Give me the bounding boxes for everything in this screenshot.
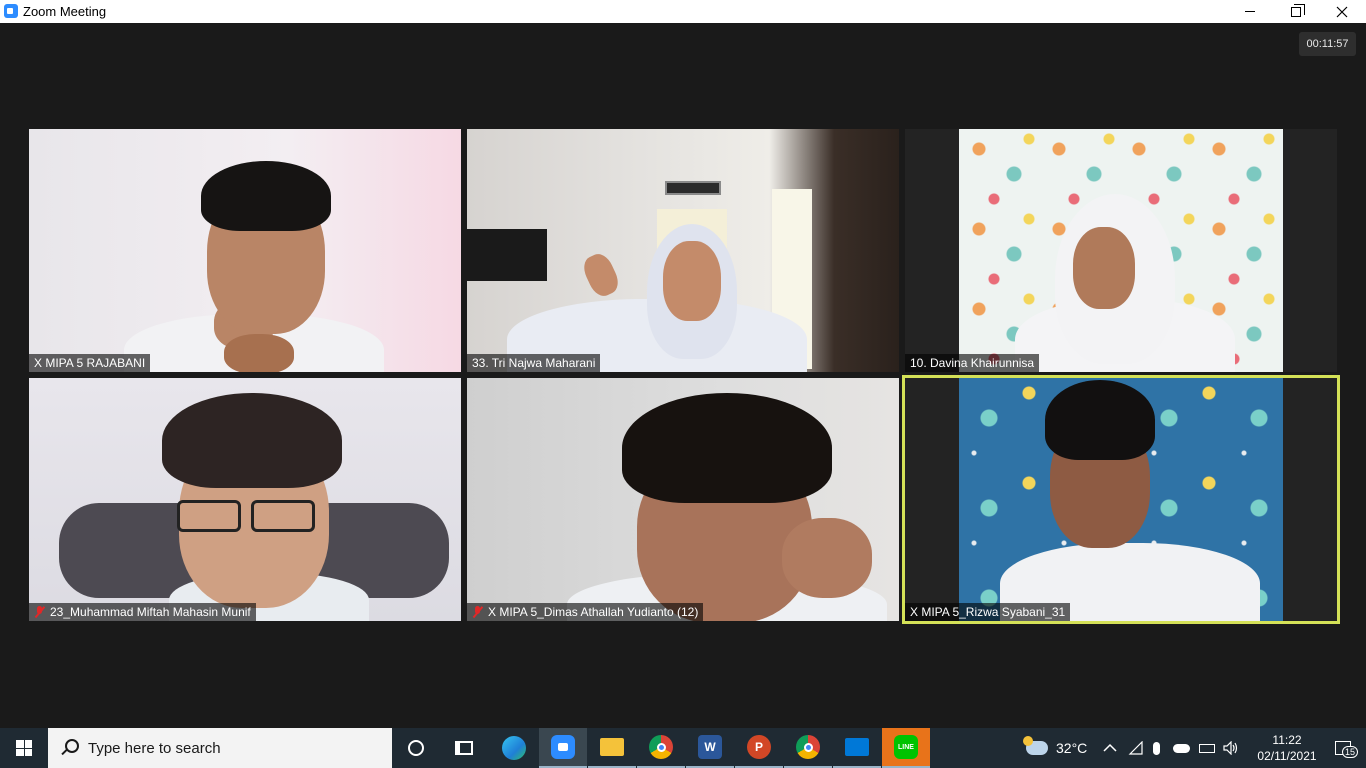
onedrive-indicator[interactable]: [1173, 728, 1190, 768]
microphone-icon: [1153, 741, 1160, 755]
restore-button[interactable]: [1273, 0, 1319, 23]
taskbar-photos[interactable]: [833, 728, 881, 768]
participant-name-label: X MIPA 5_Dimas Athallah Yudianto (12): [467, 603, 704, 621]
start-button[interactable]: [0, 728, 48, 768]
chrome-icon: [649, 735, 673, 759]
muted-microphone-icon: [34, 606, 45, 618]
cortana-button[interactable]: [392, 728, 440, 768]
speaker-icon: [1223, 741, 1238, 755]
taskbar-chrome[interactable]: [637, 728, 685, 768]
windows-logo-icon: [16, 740, 32, 756]
notification-count-badge: 15: [1342, 746, 1359, 758]
zoom-app-icon: [4, 4, 18, 18]
volume-indicator[interactable]: [1223, 728, 1239, 768]
windows-taskbar: Type here to search W P LINE 32°C 11:22 …: [0, 728, 1366, 768]
zoom-icon: [551, 735, 575, 759]
taskbar-powerpoint[interactable]: P: [735, 728, 783, 768]
powerpoint-icon: P: [747, 735, 771, 759]
weather-temperature: 32°C: [1056, 740, 1088, 756]
notification-icon: 15: [1335, 741, 1359, 758]
cortana-icon: [408, 740, 424, 756]
folder-icon: [600, 738, 624, 756]
photos-icon: [845, 738, 869, 756]
window-title: Zoom Meeting: [23, 4, 107, 19]
action-center-button[interactable]: 15: [1320, 728, 1366, 768]
edge-icon: [502, 736, 526, 760]
line-icon: LINE: [894, 735, 918, 759]
participant-name-label: 10. Davina Khairunnisa: [905, 354, 1040, 372]
taskbar-chrome-2[interactable]: [784, 728, 832, 768]
taskbar-word[interactable]: W: [686, 728, 734, 768]
battery-indicator[interactable]: [1199, 728, 1215, 768]
search-icon: [60, 739, 79, 757]
network-indicator[interactable]: [1128, 728, 1144, 768]
microphone-indicator[interactable]: [1153, 728, 1160, 768]
video-tile[interactable]: 33. Tri Najwa Maharani: [467, 129, 899, 372]
video-tile[interactable]: 23_Muhammad Miftah Mahasin Munif: [29, 378, 461, 621]
clock-date: 02/11/2021: [1257, 749, 1317, 763]
system-clock[interactable]: 11:22 02/11/2021: [1257, 732, 1317, 764]
video-tile-active-speaker[interactable]: X MIPA 5_Rizwa Syabani_31: [902, 375, 1340, 624]
chevron-up-icon: [1103, 743, 1117, 752]
participant-name-label: X MIPA 5_Rizwa Syabani_31: [905, 603, 1071, 621]
chrome-icon: [796, 735, 820, 759]
video-tile[interactable]: 10. Davina Khairunnisa: [905, 129, 1337, 372]
task-view-icon: [455, 741, 473, 755]
battery-icon: [1199, 743, 1215, 753]
restore-icon: [1291, 3, 1305, 17]
word-icon: W: [698, 735, 722, 759]
minimize-icon: [1245, 11, 1255, 12]
minimize-button[interactable]: [1227, 0, 1273, 23]
taskbar-search-box[interactable]: Type here to search: [48, 728, 392, 768]
task-view-button[interactable]: [440, 728, 488, 768]
search-placeholder: Type here to search: [88, 739, 221, 757]
taskbar-edge[interactable]: [490, 728, 538, 768]
wifi-icon: [1128, 741, 1143, 755]
taskbar-line[interactable]: LINE: [882, 728, 930, 768]
meeting-timer: 00:11:57: [1299, 32, 1356, 56]
participant-name-label: X MIPA 5 RAJABANI: [29, 354, 151, 372]
participant-name-label: 33. Tri Najwa Maharani: [467, 354, 601, 372]
participant-name-label: 23_Muhammad Miftah Mahasin Munif: [29, 603, 256, 621]
show-hidden-icons-button[interactable]: [1103, 728, 1117, 768]
cloud-icon: [1173, 743, 1190, 753]
weather-widget[interactable]: 32°C: [1023, 728, 1088, 768]
muted-microphone-icon: [472, 606, 483, 618]
clock-time: 11:22: [1272, 733, 1302, 747]
close-icon: [1336, 6, 1348, 17]
video-tile[interactable]: X MIPA 5 RAJABANI: [29, 129, 461, 372]
partly-cloudy-icon: [1023, 736, 1048, 755]
taskbar-zoom[interactable]: [539, 728, 587, 768]
taskbar-file-explorer[interactable]: [588, 728, 636, 768]
close-button[interactable]: [1319, 0, 1365, 23]
video-tile[interactable]: X MIPA 5_Dimas Athallah Yudianto (12): [467, 378, 899, 621]
title-bar: Zoom Meeting: [0, 0, 1366, 23]
